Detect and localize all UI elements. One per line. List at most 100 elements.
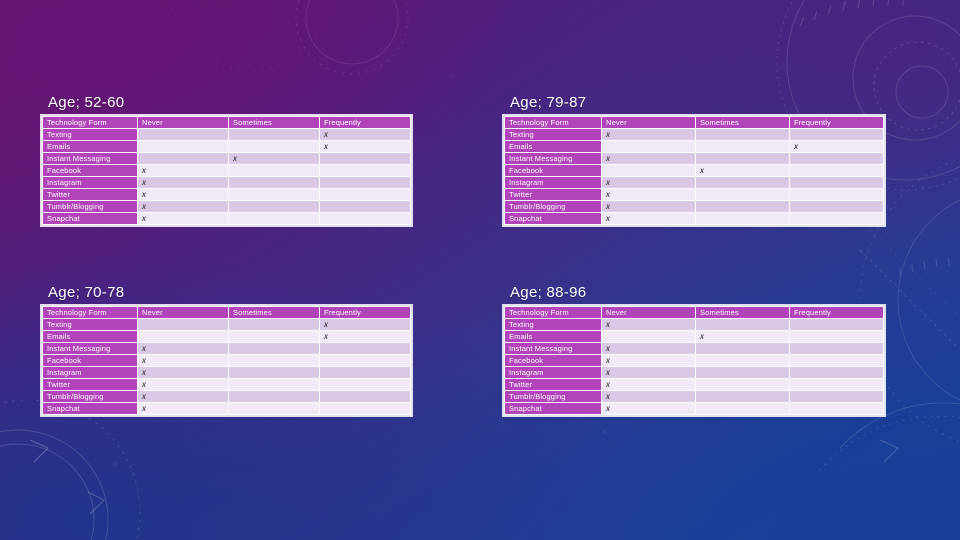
column-header-sometimes: Sometimes xyxy=(696,307,789,318)
column-header-sometimes: Sometimes xyxy=(229,117,319,128)
table-body: Texting x Emails x Instant Messaging x Faceboo… xyxy=(505,129,883,224)
x-mark-icon: x xyxy=(700,166,704,175)
table-row: Tumblr/Blogging x xyxy=(505,391,883,402)
column-header-frequently: Frequently xyxy=(790,307,883,318)
table-body: Texting x Emails x Instant Messaging x Faceboo… xyxy=(43,319,410,414)
table-block-age-70-78: Age; 70-78 Technology Form Never Sometim… xyxy=(42,284,411,415)
x-mark-icon: x xyxy=(700,332,704,341)
column-header-technology-form: Technology Form xyxy=(505,307,601,318)
technology-use-table: Technology Form Never Sometimes Frequent… xyxy=(42,116,411,225)
table-row: Emails x xyxy=(505,331,883,342)
x-mark-icon: x xyxy=(324,142,328,151)
cell-never: x xyxy=(602,391,695,402)
cell-frequently xyxy=(790,331,883,342)
cell-sometimes xyxy=(229,165,319,176)
technology-use-table: Technology Form Never Sometimes Frequent… xyxy=(42,306,411,415)
x-mark-icon: x xyxy=(606,392,610,401)
cell-never xyxy=(602,331,695,342)
row-header-instant-messaging: Instant Messaging xyxy=(505,153,601,164)
x-mark-icon: x xyxy=(142,356,146,365)
column-header-frequently: Frequently xyxy=(320,307,410,318)
cell-sometimes xyxy=(229,141,319,152)
cell-sometimes xyxy=(696,141,789,152)
x-mark-icon: x xyxy=(142,190,146,199)
table-header-row: Technology Form Never Sometimes Frequent… xyxy=(43,307,410,318)
cell-never: x xyxy=(138,391,228,402)
column-header-technology-form: Technology Form xyxy=(43,307,137,318)
column-header-sometimes: Sometimes xyxy=(696,117,789,128)
cell-never: x xyxy=(602,153,695,164)
cell-never: x xyxy=(602,367,695,378)
table-title: Age; 52-60 xyxy=(48,94,125,111)
row-header-tumblr-blogging: Tumblr/Blogging xyxy=(43,391,137,402)
cell-never: x xyxy=(602,177,695,188)
cell-never: x xyxy=(602,379,695,390)
table-row: Snapchat x xyxy=(505,213,883,224)
row-header-emails: Emails xyxy=(505,331,601,342)
cell-never: x xyxy=(602,189,695,200)
cell-frequently xyxy=(320,355,410,366)
table-row: Facebook x xyxy=(505,165,883,176)
x-mark-icon: x xyxy=(606,214,610,223)
table-row: Twitter x xyxy=(505,189,883,200)
row-header-texting: Texting xyxy=(43,129,137,140)
cell-never: x xyxy=(138,213,228,224)
cell-sometimes xyxy=(229,129,319,140)
cell-never: x xyxy=(138,355,228,366)
cell-sometimes xyxy=(229,379,319,390)
x-mark-icon: x xyxy=(142,202,146,211)
x-mark-icon: x xyxy=(606,202,610,211)
x-mark-icon: x xyxy=(142,214,146,223)
cell-frequently xyxy=(790,189,883,200)
cell-never xyxy=(138,129,228,140)
cell-sometimes: x xyxy=(229,153,319,164)
cell-never: x xyxy=(138,165,228,176)
table-row: Facebook x xyxy=(43,165,410,176)
cell-never xyxy=(138,331,228,342)
x-mark-icon: x xyxy=(606,190,610,199)
row-header-texting: Texting xyxy=(505,129,601,140)
table-row: Tumblr/Blogging x xyxy=(43,391,410,402)
cell-frequently xyxy=(320,367,410,378)
table-title: Age; 79-87 xyxy=(510,94,587,111)
cell-frequently xyxy=(320,391,410,402)
cell-never: x xyxy=(138,189,228,200)
table-row: Snapchat x xyxy=(43,403,410,414)
table-row: Instant Messaging x xyxy=(43,343,410,354)
table-row: Instant Messaging x xyxy=(505,343,883,354)
table-row: Instagram x xyxy=(43,177,410,188)
cell-frequently xyxy=(790,391,883,402)
cell-frequently xyxy=(320,165,410,176)
technology-use-table: Technology Form Never Sometimes Frequent… xyxy=(504,306,884,415)
row-header-facebook: Facebook xyxy=(43,165,137,176)
x-mark-icon: x xyxy=(142,368,146,377)
cell-sometimes xyxy=(696,213,789,224)
cell-frequently: x xyxy=(790,141,883,152)
x-mark-icon: x xyxy=(606,320,610,329)
table-body: Texting x Emails x Instant Messaging x Faceboo… xyxy=(43,129,410,224)
table-body: Texting x Emails x Instant Messaging x Faceboo… xyxy=(505,319,883,414)
cell-never: x xyxy=(602,319,695,330)
cell-sometimes xyxy=(696,201,789,212)
table-row: Instagram x xyxy=(505,177,883,188)
cell-never: x xyxy=(602,343,695,354)
cell-never xyxy=(138,319,228,330)
column-header-never: Never xyxy=(138,117,228,128)
row-header-tumblr-blogging: Tumblr/Blogging xyxy=(505,391,601,402)
row-header-instant-messaging: Instant Messaging xyxy=(43,153,137,164)
x-mark-icon: x xyxy=(142,380,146,389)
row-header-twitter: Twitter xyxy=(505,189,601,200)
cell-never: x xyxy=(138,343,228,354)
table-block-age-88-96: Age; 88-96 Technology Form Never Sometim… xyxy=(504,284,884,415)
column-header-never: Never xyxy=(602,117,695,128)
x-mark-icon: x xyxy=(233,154,237,163)
table-row: Instagram x xyxy=(43,367,410,378)
x-mark-icon: x xyxy=(606,404,610,413)
table-row: Instagram x xyxy=(505,367,883,378)
x-mark-icon: x xyxy=(606,368,610,377)
row-header-instagram: Instagram xyxy=(505,177,601,188)
cell-sometimes xyxy=(696,177,789,188)
row-header-instant-messaging: Instant Messaging xyxy=(43,343,137,354)
cell-sometimes xyxy=(229,367,319,378)
table-row: Twitter x xyxy=(43,379,410,390)
